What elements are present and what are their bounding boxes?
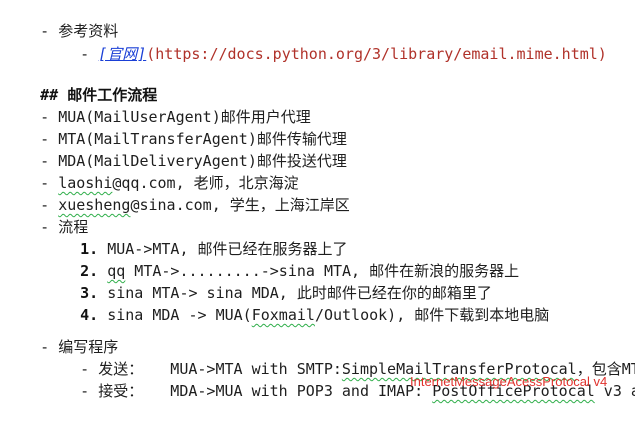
flow-step-2: 2. qq MTA->.........->sina MTA, 邮件在新浪的服务… [44, 238, 519, 280]
docs-url[interactable]: https://docs.python.org/3/library/email.… [155, 45, 598, 63]
imap-annotation-overlay: InternetMessageAcessProtocal v4 [410, 374, 608, 389]
flow-step-4: 4. sina MDA -> MUA(Foxmail/Outlook), 邮件下… [44, 282, 549, 324]
step-text-c: /Outlook), 邮件下载到本地电脑 [314, 306, 550, 324]
list-dash: - [80, 382, 90, 400]
receive-text-a: MDA->MUA with POP3 and IMAP: [170, 382, 433, 400]
line-send: - 发送： MUA->MTA with SMTP:SimpleMailTrans… [44, 336, 635, 378]
flow-step-3: 3. sina MTA-> sina MDA, 此时邮件已经在你的邮箱里了 [44, 260, 492, 302]
xuesheng-rest: @sina.com, 学生，上海江岸区 [130, 196, 350, 214]
line-write-program: - 编写程序 [4, 314, 118, 356]
line-mta: - MTA(MailTransferAgent)邮件传输代理 [4, 106, 347, 148]
line-xuesheng: - xuesheng@sina.com, 学生，上海江岸区 [4, 172, 350, 214]
foxmail-word: Foxmail [251, 306, 315, 324]
open-paren: ( [146, 45, 156, 63]
markdown-editor[interactable]: - 参考资料 - [官网](https://docs.python.org/3/… [0, 0, 635, 400]
line-official-link: - [官网](https://docs.python.org/3/library… [44, 21, 607, 63]
line-reference: - 参考资料 [4, 0, 118, 40]
line-mda: - MDA(MailDeliveryAgent)邮件投送代理 [4, 128, 347, 170]
step-text-a: sina MDA -> MUA( [107, 306, 252, 324]
line-laoshi: - laoshi@qq.com, 老师，北京海淀 [4, 150, 299, 192]
list-dash: - [80, 45, 90, 63]
official-site-link[interactable]: [官网] [98, 45, 146, 63]
line-mua: - MUA(MailUserAgent)邮件用户代理 [4, 84, 311, 126]
heading-mail-workflow: ## 邮件工作流程 [4, 62, 157, 104]
flow-step-1: 1. MUA->MTA, 邮件已经在服务器上了 [44, 216, 347, 258]
close-paren: ) [597, 45, 607, 63]
line-flow: - 流程 [4, 194, 88, 236]
receive-label: 接受： [98, 382, 144, 400]
